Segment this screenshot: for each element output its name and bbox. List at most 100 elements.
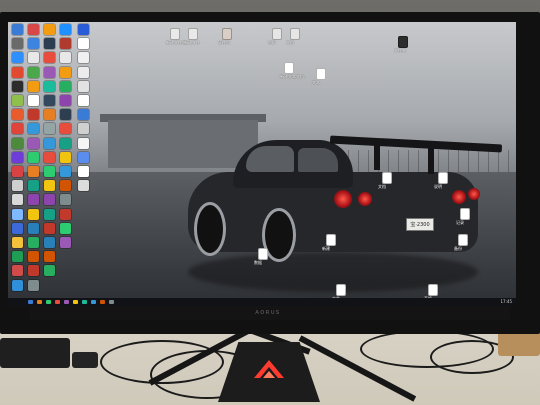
taskbar-app-icon[interactable] bbox=[28, 300, 33, 304]
desktop-app-icon[interactable] bbox=[60, 194, 71, 206]
desktop-file-icon[interactable] bbox=[272, 28, 282, 40]
taskbar-app-icon[interactable] bbox=[64, 300, 69, 304]
desktop-app-icon[interactable] bbox=[28, 180, 39, 192]
desktop-app-icon[interactable] bbox=[44, 95, 55, 106]
desktop-file-icon[interactable] bbox=[458, 234, 468, 246]
desktop-file-icon[interactable] bbox=[398, 36, 408, 48]
desktop-app-icon[interactable] bbox=[12, 151, 23, 163]
desktop-app-icon[interactable] bbox=[78, 95, 89, 106]
taskbar-app-icon[interactable] bbox=[82, 300, 87, 304]
taskbar-app-icon[interactable] bbox=[91, 300, 96, 304]
desktop-file-icon[interactable] bbox=[326, 234, 336, 246]
desktop-file-icon[interactable] bbox=[188, 28, 198, 40]
desktop-app-icon[interactable] bbox=[12, 279, 23, 291]
desktop-app-icon[interactable] bbox=[12, 109, 23, 121]
desktop-app-icon[interactable] bbox=[12, 24, 23, 35]
desktop-app-icon[interactable] bbox=[44, 66, 55, 78]
taskbar-app-icon[interactable] bbox=[100, 300, 105, 304]
desktop-app-icon[interactable] bbox=[78, 109, 89, 121]
desktop-app-icon[interactable] bbox=[60, 38, 71, 50]
taskbar[interactable]: 17:45 bbox=[8, 298, 516, 306]
desktop-app-icon[interactable] bbox=[12, 123, 23, 135]
desktop-file-icon[interactable] bbox=[336, 284, 346, 296]
desktop-app-icon[interactable] bbox=[28, 265, 39, 277]
desktop-app-icon[interactable] bbox=[12, 194, 23, 206]
desktop-app-icon[interactable] bbox=[28, 208, 39, 220]
desktop-app-icon[interactable] bbox=[12, 137, 23, 149]
desktop-app-icon[interactable] bbox=[60, 237, 71, 248]
desktop-file-icon[interactable] bbox=[284, 62, 294, 74]
desktop-app-icon[interactable] bbox=[60, 66, 71, 78]
desktop-file-icon[interactable] bbox=[382, 172, 392, 184]
desktop-app-icon[interactable] bbox=[28, 95, 39, 106]
desktop-app-icon[interactable] bbox=[28, 52, 39, 64]
windows-start-icon[interactable] bbox=[11, 299, 17, 305]
taskbar-app-icon[interactable] bbox=[37, 300, 42, 304]
desktop-app-icon[interactable] bbox=[60, 151, 71, 163]
desktop-app-icon[interactable] bbox=[28, 222, 39, 234]
desktop-app-icon[interactable] bbox=[12, 95, 23, 106]
desktop-app-icon[interactable] bbox=[60, 52, 71, 64]
desktop-app-icon[interactable] bbox=[44, 237, 55, 248]
desktop-app-icon[interactable] bbox=[28, 80, 39, 92]
desktop-app-icon[interactable] bbox=[12, 66, 23, 78]
desktop-app-icon[interactable] bbox=[44, 208, 55, 220]
desktop-app-icon[interactable] bbox=[28, 24, 39, 35]
desktop-app-icon[interactable] bbox=[44, 24, 55, 35]
desktop-app-icon[interactable] bbox=[78, 66, 89, 78]
desktop-app-icon[interactable] bbox=[12, 222, 23, 234]
desktop-app-icon[interactable] bbox=[60, 80, 71, 92]
desktop-app-icon[interactable] bbox=[44, 123, 55, 135]
desktop-app-icon[interactable] bbox=[44, 251, 55, 263]
desktop-app-icon[interactable] bbox=[60, 222, 71, 234]
desktop-file-icon[interactable] bbox=[460, 208, 470, 220]
desktop-app-icon[interactable] bbox=[78, 123, 89, 135]
system-tray-clock[interactable]: 17:45 bbox=[500, 299, 512, 305]
taskbar-app-icon[interactable] bbox=[55, 300, 60, 304]
desktop-app-icon[interactable] bbox=[60, 109, 71, 121]
desktop-file-icon[interactable] bbox=[290, 28, 300, 40]
desktop-app-icon[interactable] bbox=[78, 166, 89, 177]
desktop-app-icon[interactable] bbox=[28, 237, 39, 248]
desktop-file-icon[interactable] bbox=[428, 284, 438, 296]
desktop-app-icon[interactable] bbox=[44, 38, 55, 50]
desktop-app-icon[interactable] bbox=[44, 194, 55, 206]
desktop-app-icon[interactable] bbox=[12, 52, 23, 64]
desktop-app-icon[interactable] bbox=[28, 166, 39, 177]
desktop-app-icon[interactable] bbox=[28, 279, 39, 291]
desktop-app-icon[interactable] bbox=[28, 194, 39, 206]
desktop-app-icon[interactable] bbox=[12, 180, 23, 192]
desktop-app-icon[interactable] bbox=[12, 265, 23, 277]
desktop-app-icon[interactable] bbox=[78, 180, 89, 192]
desktop-app-icon[interactable] bbox=[44, 180, 55, 192]
desktop-app-icon[interactable] bbox=[44, 222, 55, 234]
desktop-app-icon[interactable] bbox=[28, 137, 39, 149]
desktop-app-icon[interactable] bbox=[44, 137, 55, 149]
desktop-app-icon[interactable] bbox=[12, 237, 23, 248]
desktop-app-icon[interactable] bbox=[60, 180, 71, 192]
desktop-app-icon[interactable] bbox=[28, 109, 39, 121]
desktop-app-icon[interactable] bbox=[12, 80, 23, 92]
desktop-app-icon[interactable] bbox=[60, 95, 71, 106]
desktop-app-icon[interactable] bbox=[28, 38, 39, 50]
desktop-app-icon[interactable] bbox=[78, 24, 89, 35]
desktop-app-icon[interactable] bbox=[12, 251, 23, 263]
desktop-app-icon[interactable] bbox=[44, 265, 55, 277]
desktop-app-icon[interactable] bbox=[78, 151, 89, 163]
desktop-file-icon[interactable] bbox=[258, 248, 268, 260]
desktop-app-icon[interactable] bbox=[78, 80, 89, 92]
desktop-file-icon[interactable] bbox=[222, 28, 232, 40]
desktop-file-icon[interactable] bbox=[438, 172, 448, 184]
desktop-app-icon[interactable] bbox=[44, 52, 55, 64]
desktop-file-icon[interactable] bbox=[316, 68, 326, 80]
desktop-app-icon[interactable] bbox=[28, 123, 39, 135]
desktop-app-icon[interactable] bbox=[60, 123, 71, 135]
desktop-app-icon[interactable] bbox=[78, 137, 89, 149]
desktop-app-icon[interactable] bbox=[28, 251, 39, 263]
desktop-app-icon[interactable] bbox=[44, 80, 55, 92]
taskbar-app-icon[interactable] bbox=[46, 300, 51, 304]
desktop-app-icon[interactable] bbox=[60, 24, 71, 35]
desktop-app-icon[interactable] bbox=[60, 166, 71, 177]
desktop-app-icon[interactable] bbox=[78, 38, 89, 50]
desktop-app-icon[interactable] bbox=[12, 208, 23, 220]
